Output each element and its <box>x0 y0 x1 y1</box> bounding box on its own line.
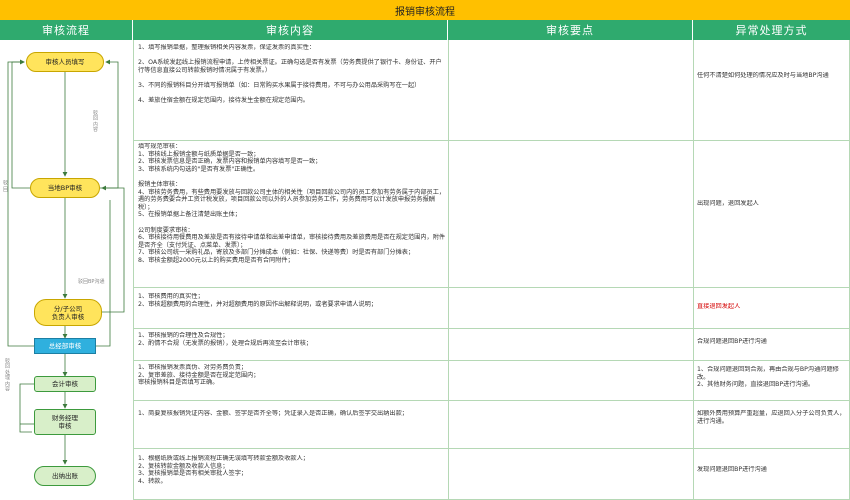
flow-side-label: 驳回BP沟通 <box>78 279 105 285</box>
flow-node-general-dept: 总经部审核 <box>34 338 96 354</box>
flow-return-arrow <box>11 59 30 189</box>
row-6-content: 1、简要复核报销凭证内容、金额、签字是否齐全等；凭证录入是否正确，确认后签字交出… <box>138 410 408 417</box>
flow-return-arrow <box>96 200 111 347</box>
row-5-content: 1、审核报销发票真伪、对劳务费负责； 2、复审差旅、接待金额是否在规定范围内； … <box>138 364 260 387</box>
flow-side-label: 驳回 处理 内容 <box>4 358 10 392</box>
row-3-exception: 直接退回发起人 <box>697 303 741 310</box>
grid-line <box>133 360 850 361</box>
row-7-content: 1、根据纸质或线上报销流程正确无误填写转款金额及收款人； 2、复核转款金额及收款… <box>138 455 309 485</box>
row-4-exception: 合规问题退回BP进行沟通 <box>697 338 767 345</box>
grid-line <box>133 448 850 449</box>
row-6-exception: 如额外费用预算严重超量，应退回入分子公司负责人，进行沟通。 <box>697 410 846 425</box>
header-flow: 审核流程 <box>0 20 133 40</box>
flow-return-arrow <box>19 383 34 433</box>
flow-return-arrow <box>100 59 119 189</box>
row-5-exception: 1、合规问题退回到合规，再由合规与BP沟通问题修改。 2、其他财务问题，直接退回… <box>697 366 839 389</box>
sheet-title: 报销审核流程 <box>0 0 850 21</box>
grid-line <box>133 400 850 401</box>
row-4-content: 1、审核报销的合理性及合规性； 2、酌情不合规（无发票的报销），处理合规后再流至… <box>138 332 313 347</box>
flow-node-accounting: 会计审核 <box>34 376 96 392</box>
flow-side-label: 驳回 内容 <box>92 110 98 132</box>
row-2-exception: 出现问题，退回发起人 <box>697 200 759 207</box>
header-content: 审核内容 <box>133 20 448 40</box>
sheet: 报销审核流程 审核流程 审核内容 审核要点 异常处理方式 1、填写报销单据，整理… <box>0 0 850 500</box>
flow-return-arrow <box>100 185 125 313</box>
grid-line <box>133 328 850 329</box>
row-1-exception: 任何不清楚如何处理的情况应及时与当地BP沟通 <box>697 72 829 79</box>
flow-chart: 审核人员填写 当地BP审核 分/子公司 负责人审核 总经部审核 会计审核 财务经… <box>0 40 133 500</box>
flow-node-branch-head: 分/子公司 负责人审核 <box>34 299 102 326</box>
flow-node-applicant: 审核人员填写 <box>26 52 104 72</box>
grid-line <box>448 40 449 500</box>
flow-side-label: 驳 回 <box>2 180 8 192</box>
flow-node-cashier: 出纳出账 <box>34 466 96 486</box>
row-7-exception: 发现问题退回BP进行沟通 <box>697 466 767 473</box>
header-exception: 异常处理方式 <box>693 20 850 40</box>
row-1-content: 1、填写报销单据，整理报销相关内容发票，保证发票的真实性： 2、OA系统发起线上… <box>138 44 442 105</box>
grid-line <box>133 287 850 288</box>
grid-line <box>693 40 694 500</box>
grid-line <box>133 140 850 141</box>
flow-node-finance-manager: 财务经理 审核 <box>34 409 96 435</box>
grid-line <box>133 40 134 500</box>
header-points: 审核要点 <box>448 20 693 40</box>
row-2-content: 填写规范审核： 1、审核线上报销金额与纸质单据是否一致； 2、审核发票信息是否正… <box>138 143 446 264</box>
flow-node-local-bp: 当地BP审核 <box>30 178 100 198</box>
row-3-content: 1、审核费用的真实性； 2、审核超额费用的合理性，并对超额费用的原因作出解释说明… <box>138 293 378 308</box>
